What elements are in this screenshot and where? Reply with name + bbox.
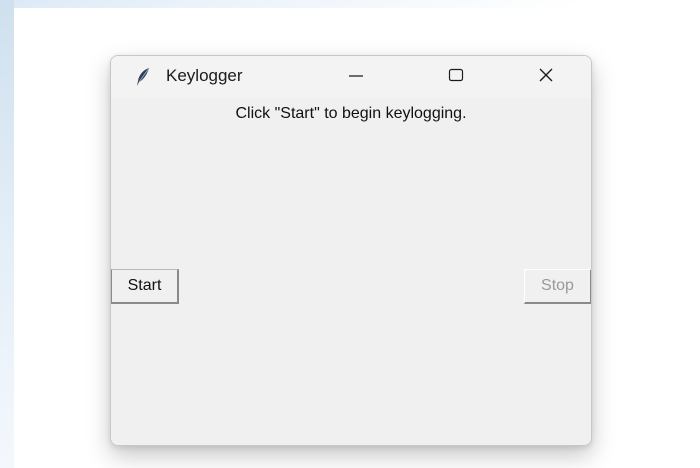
- title-bar[interactable]: Keylogger: [111, 56, 591, 98]
- app-window: Keylogger Click "Start" to begin keylogg…: [110, 55, 592, 446]
- feather-icon: [135, 67, 151, 87]
- maximize-button[interactable]: [433, 56, 479, 98]
- minimize-button[interactable]: [333, 56, 379, 98]
- start-button[interactable]: Start: [111, 269, 179, 304]
- close-icon: [538, 67, 554, 88]
- desktop-wallpaper-edge: [0, 0, 14, 468]
- window-title: Keylogger: [166, 66, 243, 85]
- window-content: Click "Start" to begin keylogging. Start…: [111, 98, 591, 445]
- close-button[interactable]: [523, 56, 569, 98]
- minimize-icon: [348, 67, 364, 88]
- maximize-icon: [448, 67, 464, 88]
- instruction-label: Click "Start" to begin keylogging.: [235, 105, 467, 122]
- stop-button[interactable]: Stop: [524, 269, 591, 304]
